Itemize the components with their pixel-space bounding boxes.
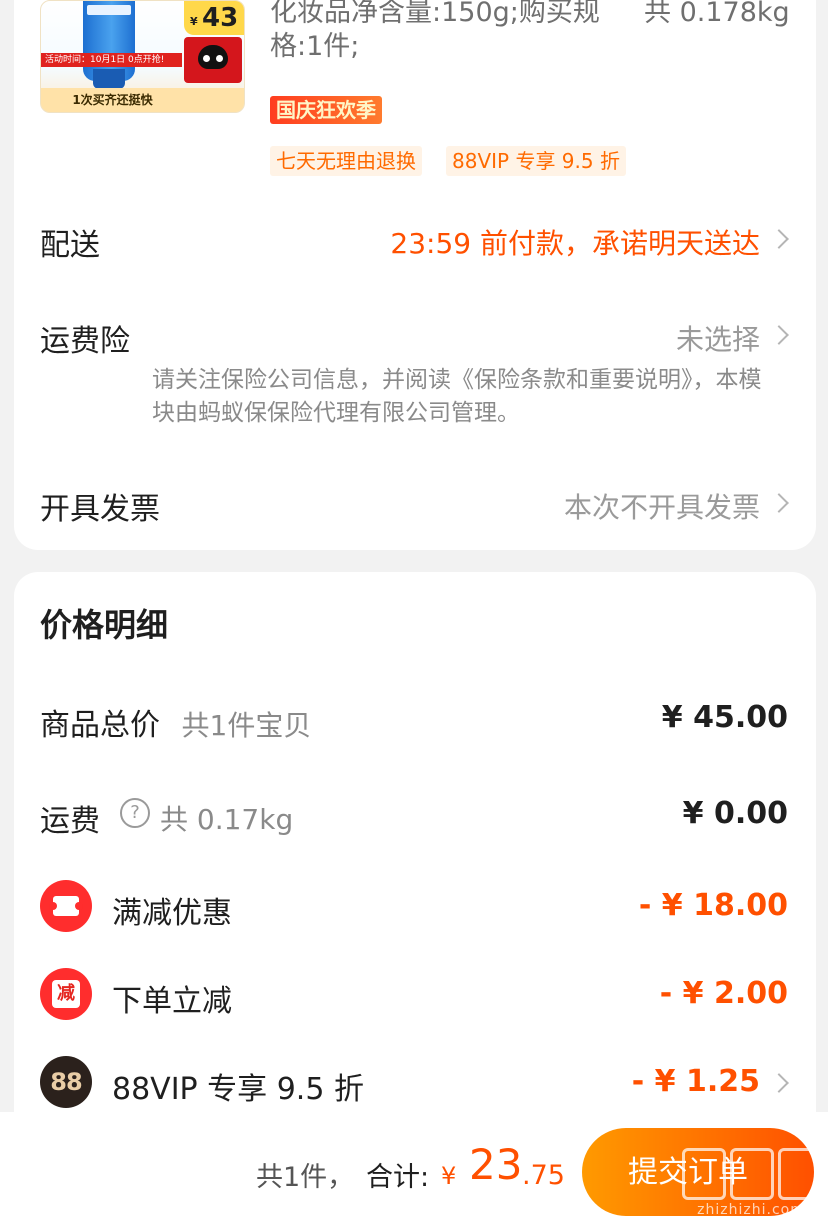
shipping-insurance-value: 未选择 (675, 323, 760, 356)
vip88-amount: - ¥ 1.25 (631, 1064, 760, 1099)
instant-reduce-amount: - ¥ 2.00 (659, 976, 788, 1011)
vip88-icon: 88 (40, 1056, 92, 1108)
service-tag-88vip: 88VIP 专享 9.5 折 (446, 146, 626, 176)
vip88-label: 88VIP 专享 9.5 折 (112, 1072, 364, 1107)
instant-reduce-icon: 减 (40, 968, 92, 1020)
site-watermark: zhizhizhi.com (676, 1148, 826, 1218)
product-weight: 共 0.178kg (644, 0, 790, 28)
shipping-fee-label: 运费 (40, 804, 100, 839)
product-price-tag: ¥ 43 (184, 1, 244, 35)
goods-count: 共1件宝贝 (181, 709, 312, 742)
goods-total-label: 商品总价 (40, 708, 160, 743)
delivery-value: 23:59 前付款，承诺明天送达 (390, 227, 760, 260)
total-currency: ¥ (441, 1162, 457, 1190)
rebuy-banner: 1次买齐还挺快 (41, 88, 244, 112)
service-tag-return: 七天无理由退换 (270, 146, 422, 176)
total-label: 合计: (366, 1162, 430, 1193)
help-icon[interactable]: ? (120, 798, 150, 828)
tmall-cat-icon (184, 37, 242, 83)
instant-reduce-label: 下单立减 (112, 984, 232, 1019)
total-integer: 23 (469, 1140, 523, 1189)
full-reduction-label: 满减优惠 (112, 896, 232, 931)
product-image[interactable]: ¥ 43 活动时间：10月1日 0点开抢! 1次买齐还挺快 (40, 0, 245, 113)
promo-tag: 国庆狂欢季 (270, 96, 382, 124)
invoice-value: 本次不开具发票 (563, 491, 760, 524)
invoice-label: 开具发票 (40, 492, 160, 527)
price-detail-title: 价格明细 (40, 606, 169, 644)
shipping-insurance-label: 运费险 (40, 324, 130, 359)
insurance-note: 请关注保险公司信息，并阅读《保险条款和重要说明》，本模块由蚂蚁保保险代理有限公司… (152, 367, 762, 426)
item-count: 共1件， (256, 1162, 355, 1193)
delivery-label: 配送 (40, 228, 100, 263)
shipping-weight: 共 0.17kg (160, 803, 294, 836)
order-info-card: ¥ 43 活动时间：10月1日 0点开抢! 1次买齐还挺快 (14, 0, 816, 550)
coupon-icon (40, 880, 92, 932)
goods-total-amount: ¥ 45.00 (661, 700, 788, 735)
total-decimal: .75 (522, 1160, 565, 1191)
full-reduction-amount: - ¥ 18.00 (638, 888, 788, 923)
activity-banner: 活动时间：10月1日 0点开抢! (41, 53, 182, 67)
shipping-fee-amount: ¥ 0.00 (682, 796, 788, 831)
product-spec: 化妆品净含量:150g;购买规格:1件; (270, 0, 600, 62)
